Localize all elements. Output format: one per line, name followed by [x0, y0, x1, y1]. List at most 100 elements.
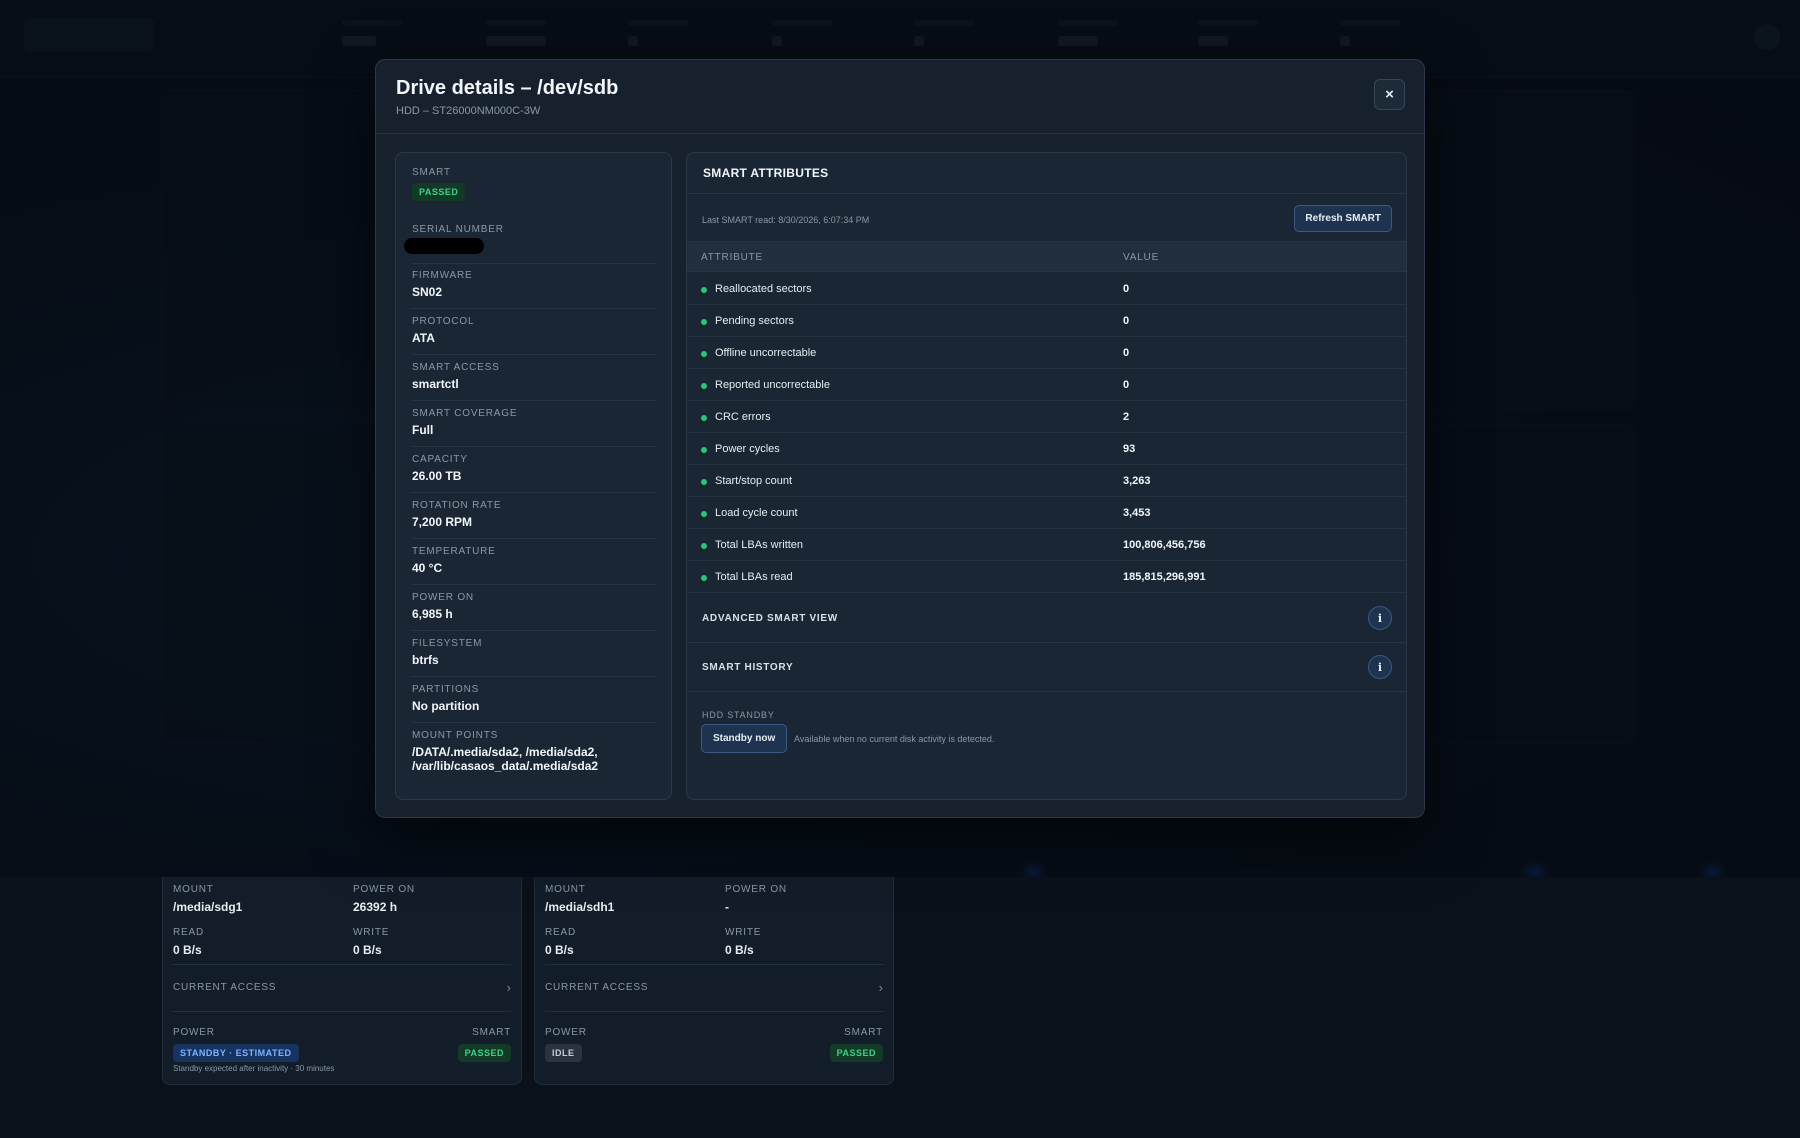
power-state-badge: IDLE — [545, 1044, 582, 1062]
smart-status-badge: PASSED — [457, 1044, 511, 1062]
attribute-value: 2 — [1123, 411, 1130, 423]
attribute-name: Reported uncorrectable — [715, 379, 830, 391]
hdd-standby-label: HDD STANDBY — [702, 710, 775, 720]
firmware-value: SN02 — [412, 285, 443, 299]
close-button[interactable]: × — [1374, 79, 1405, 110]
smart-coverage-value: Full — [412, 423, 434, 437]
advanced-smart-view-label: ADVANCED SMART VIEW — [702, 613, 838, 624]
read-value: 0 B/s — [173, 943, 202, 957]
divider — [412, 722, 655, 723]
mount-points-label: MOUNT POINTS — [412, 730, 499, 741]
table-header: ATTRIBUTE VALUE — [687, 241, 1406, 272]
attribute-value: 185,815,296,991 — [1123, 571, 1206, 583]
status-ok-icon — [701, 287, 707, 293]
drive-info-panel: SMART PASSED SERIAL NUMBER FIRMWARE SN02… — [395, 152, 672, 800]
info-rotation-rate: ROTATION RATE 7,200 RPM — [412, 500, 655, 539]
attribute-value: 3,263 — [1123, 475, 1151, 487]
attribute-value: 0 — [1123, 315, 1130, 327]
attribute-name: CRC errors — [715, 411, 771, 423]
attribute-value: 93 — [1123, 443, 1136, 455]
capacity-label: CAPACITY — [412, 454, 468, 465]
status-ok-icon — [701, 543, 707, 549]
smart-panel-header: SMART ATTRIBUTES — [687, 153, 1406, 194]
power-on-label: POWER ON — [412, 592, 474, 603]
read-label: READ — [545, 927, 576, 938]
modal-title: Drive details – /dev/sdb — [396, 77, 619, 99]
status-ok-icon — [701, 383, 707, 389]
smart-status-badge: PASSED — [829, 1044, 883, 1062]
divider — [412, 308, 655, 309]
modal-subtitle: HDD – ST26000NM000C-3W — [396, 105, 541, 117]
attribute-name: Total LBAs written — [715, 539, 804, 551]
current-access-toggle[interactable]: CURRENT ACCESS › — [545, 975, 883, 999]
status-ok-icon — [701, 511, 707, 517]
chevron-right-icon: › — [506, 979, 511, 995]
standby-now-button[interactable]: Standby now — [701, 724, 788, 753]
temperature-label: TEMPERATURE — [412, 546, 496, 557]
firmware-label: FIRMWARE — [412, 270, 473, 281]
close-icon: × — [1385, 86, 1394, 103]
info-smart-access: SMART ACCESS smartctl — [412, 362, 655, 401]
serial-number-label: SERIAL NUMBER — [412, 224, 504, 235]
column-header-value: VALUE — [1123, 252, 1160, 263]
power-on-label: POWER ON — [353, 884, 415, 895]
divider — [412, 630, 655, 631]
power-on-value: - — [725, 900, 729, 914]
divider — [412, 400, 655, 401]
smart-coverage-label: SMART COVERAGE — [412, 408, 518, 419]
info-filesystem: FILESYSTEM btrfs — [412, 638, 655, 677]
smart-status-badge: PASSED — [412, 183, 466, 201]
current-access-toggle[interactable]: CURRENT ACCESS › — [173, 975, 511, 999]
info-icon[interactable]: i — [1368, 655, 1392, 679]
refresh-smart-button[interactable]: Refresh SMART — [1294, 205, 1392, 232]
table-row: Reallocated sectors 0 — [687, 273, 1406, 305]
mount-value: /media/sdg1 — [173, 900, 243, 914]
info-smart: SMART PASSED — [412, 167, 655, 201]
status-ok-icon — [701, 415, 707, 421]
drive-details-modal: Drive details – /dev/sdb HDD – ST26000NM… — [375, 59, 1425, 818]
info-capacity: CAPACITY 26.00 TB — [412, 454, 655, 493]
info-mount-points: MOUNT POINTS /DATA/.media/sda2, /media/s… — [412, 730, 655, 773]
drive-card[interactable]: MOUNT /media/sdg1 POWER ON 26392 h READ … — [162, 877, 522, 1085]
last-smart-read: Last SMART read: 8/30/2026, 6:07:34 PM — [702, 215, 870, 225]
capacity-value: 26.00 TB — [412, 469, 462, 483]
table-row: Total LBAs read 185,815,296,991 — [687, 561, 1406, 593]
smart-access-value: smartctl — [412, 377, 459, 391]
info-firmware: FIRMWARE SN02 — [412, 270, 655, 309]
power-state-badge: STANDBY · ESTIMATED — [173, 1044, 299, 1062]
temperature-value: 40 °C — [412, 561, 443, 575]
attribute-value: 0 — [1123, 283, 1130, 295]
standby-availability-note: Available when no current disk activity … — [794, 734, 995, 744]
rotation-rate-value: 7,200 RPM — [412, 515, 473, 529]
smart-attributes-title: SMART ATTRIBUTES — [703, 166, 829, 180]
mount-points-value-line1: /DATA/.media/sda2, /media/sda2, — [412, 745, 598, 759]
divider — [412, 446, 655, 447]
divider — [173, 1011, 511, 1012]
attribute-name: Start/stop count — [715, 475, 793, 487]
column-header-attribute: ATTRIBUTE — [701, 252, 764, 263]
table-row: Pending sectors 0 — [687, 305, 1406, 337]
attribute-value: 100,806,456,756 — [1123, 539, 1206, 551]
attribute-name: Offline uncorrectable — [715, 347, 817, 359]
mount-label: MOUNT — [545, 884, 586, 895]
smart-access-label: SMART ACCESS — [412, 362, 500, 373]
smart-attributes-panel: SMART ATTRIBUTES Last SMART read: 8/30/2… — [686, 152, 1407, 800]
power-on-value: 6,985 h — [412, 607, 453, 621]
status-ok-icon — [701, 319, 707, 325]
status-ok-icon — [701, 447, 707, 453]
info-icon[interactable]: i — [1368, 606, 1392, 630]
info-protocol: PROTOCOL ATA — [412, 316, 655, 355]
attribute-name: Reallocated sectors — [715, 283, 812, 295]
smart-history-section[interactable]: SMART HISTORY i — [687, 643, 1406, 692]
divider — [412, 676, 655, 677]
rotation-rate-label: ROTATION RATE — [412, 500, 502, 511]
smart-label: SMART — [844, 1027, 883, 1038]
info-power-on: POWER ON 6,985 h — [412, 592, 655, 631]
mount-points-value-line2: /var/lib/casaos_data/.media/sda2 — [412, 759, 599, 773]
power-label: POWER — [545, 1027, 587, 1038]
drive-card[interactable]: MOUNT /media/sdh1 POWER ON - READ 0 B/s … — [534, 877, 894, 1085]
advanced-smart-view-section[interactable]: ADVANCED SMART VIEW i — [687, 594, 1406, 643]
power-label: POWER — [173, 1027, 215, 1038]
table-row: Reported uncorrectable 0 — [687, 369, 1406, 401]
divider — [545, 964, 883, 965]
